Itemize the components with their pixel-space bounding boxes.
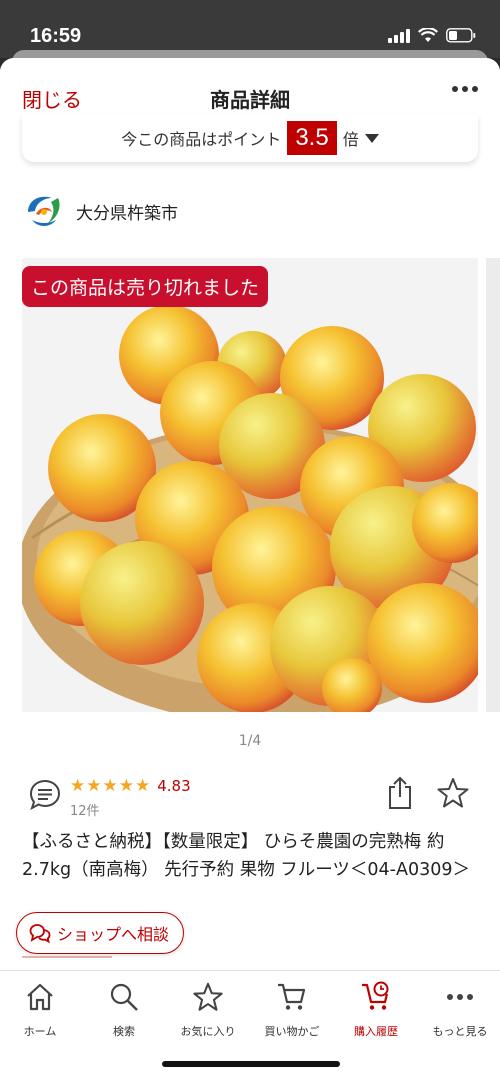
star-icon: ★ <box>70 776 86 796</box>
tab-home[interactable]: ホーム <box>0 981 82 1039</box>
search-icon <box>110 983 138 1011</box>
tab-label: 購入履歴 <box>354 1025 398 1038</box>
points-multiplier: 3.5 <box>287 121 337 155</box>
home-indicator <box>162 1061 340 1067</box>
star-icon: ★ <box>102 776 118 796</box>
home-icon <box>27 983 53 1011</box>
shop-name: 大分県杵築市 <box>76 203 178 224</box>
next-image-peek <box>486 258 500 712</box>
points-banner[interactable]: 今この商品はポイント 3.5 倍 <box>22 114 478 162</box>
status-time: 16:59 <box>30 25 82 47</box>
battery-icon <box>446 28 476 43</box>
shop-consult-label: ショップへ相談 <box>57 925 170 944</box>
points-suffix: 倍 <box>342 130 359 149</box>
product-title: 【ふるさと納税】【数量限定】 ひらそ農園の完熟梅 約2.7kg（南高梅） 先行予… <box>22 832 471 880</box>
review-section: ★ ★ ★ ★ ★ 4.83 12件 <box>28 776 478 820</box>
more-options-button[interactable] <box>452 86 478 92</box>
tab-label: もっと見る <box>432 1025 488 1038</box>
bottom-tab-bar: ホーム 検索 お気に入り 買い物かご 購入履歴 もっと見る <box>0 970 500 1082</box>
product-image-carousel[interactable] <box>22 258 478 712</box>
sold-out-badge: この商品は売り切れました <box>22 266 269 307</box>
dot-icon <box>452 86 458 92</box>
star-icon: ★ <box>86 776 102 796</box>
tab-label: ホーム <box>23 1025 57 1038</box>
review-stars[interactable]: ★ ★ ★ ★ ★ 4.83 <box>70 776 191 796</box>
image-page-indicator: 1/4 <box>238 733 262 749</box>
tab-search[interactable]: 検索 <box>82 981 166 1039</box>
review-comment-icon[interactable] <box>28 778 62 812</box>
points-prefix: 今この商品はポイント <box>121 130 282 149</box>
product-image <box>22 258 478 712</box>
hidden-button-edge <box>22 954 112 958</box>
status-icons <box>388 28 476 43</box>
review-count[interactable]: 12件 <box>70 800 100 819</box>
tab-label: 検索 <box>113 1025 135 1038</box>
shop-link[interactable]: 大分県杵築市 <box>22 190 178 232</box>
purchase-history-icon <box>362 981 389 1010</box>
cellular-signal-icon <box>388 28 410 43</box>
star-icon <box>193 982 223 1011</box>
chat-bubble-icon <box>29 924 51 943</box>
star-icon: ★ <box>118 776 134 796</box>
star-icon: ★ <box>135 776 151 796</box>
municipal-logo-icon <box>28 196 60 226</box>
product-detail-sheet: 閉じる 商品詳細 今この商品はポイント 3.5 倍 大分県杵築市 この商品は売り… <box>0 58 500 1082</box>
tab-more[interactable]: もっと見る <box>418 981 500 1039</box>
tab-label: 買い物かご <box>264 1025 320 1038</box>
tab-purchase-history[interactable]: 購入履歴 <box>334 981 418 1039</box>
tab-favorites[interactable]: お気に入り <box>166 981 250 1039</box>
page-title: 商品詳細 <box>210 88 290 112</box>
dot-icon <box>472 86 478 92</box>
chevron-down-icon <box>364 133 379 143</box>
more-icon <box>447 994 473 1000</box>
cart-icon <box>278 983 306 1010</box>
tab-label: お気に入り <box>180 1025 236 1038</box>
tab-cart[interactable]: 買い物かご <box>250 981 334 1039</box>
favorite-star-icon[interactable] <box>436 776 470 810</box>
review-rating: 4.83 <box>157 777 191 795</box>
shop-consult-button[interactable]: ショップへ相談 <box>16 912 185 954</box>
wifi-icon <box>418 28 438 43</box>
share-icon[interactable] <box>386 776 414 810</box>
dot-icon <box>462 86 468 92</box>
